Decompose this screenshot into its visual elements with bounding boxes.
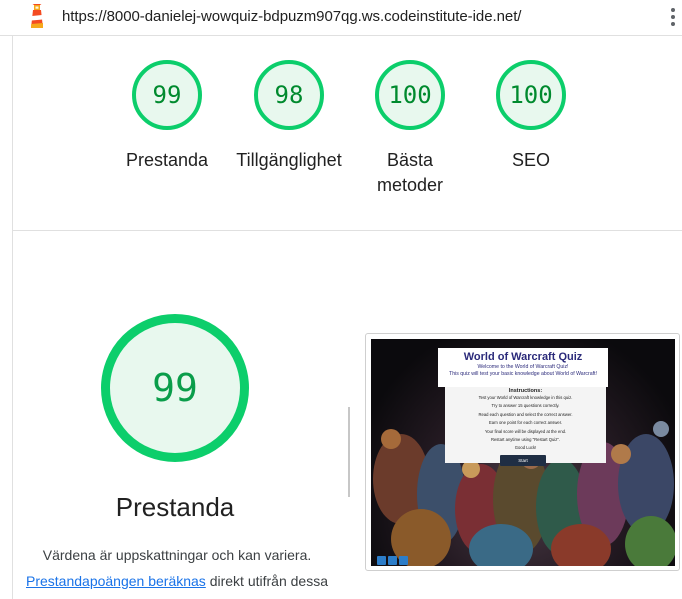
gauge-best-practices[interactable]: 100 Bästa metoder: [350, 60, 470, 198]
gauge-label: SEO: [511, 150, 550, 170]
gauge-label: Prestanda: [125, 150, 209, 170]
scrollbar-thumb[interactable]: [348, 407, 350, 497]
quiz-title: World of Warcraft Quiz: [463, 351, 583, 363]
gauge-score: 100: [388, 81, 432, 109]
gauge-ring: 98: [254, 60, 324, 130]
quiz-header-card: World of Warcraft Quiz Welcome to the Wo…: [438, 348, 608, 387]
gauge-ring: 100: [496, 60, 566, 130]
instruction-line: Earn one point for each correct answer.: [488, 420, 563, 426]
gauge-label: Bästa metoder: [376, 150, 444, 195]
performance-score: 99: [152, 366, 198, 410]
report-top-bar: https://8000-danielej-wowquiz-bdpuzm907q…: [0, 0, 682, 36]
instruction-line: Good Luck!: [514, 445, 537, 451]
quiz-subtitle: This quiz will test your basic knowledge…: [449, 371, 597, 377]
social-icon: [399, 556, 408, 565]
section-divider: [12, 230, 682, 231]
social-icon: [388, 556, 397, 565]
quiz-start-button: Start: [500, 455, 546, 466]
scores-summary: 99 Prestanda 98 Tillgänglighet 100 Bästa…: [0, 36, 682, 231]
quiz-instructions: Instructions: Test your World of Warcraf…: [445, 387, 606, 463]
gauge-ring: 100: [375, 60, 445, 130]
performance-title: Prestanda: [115, 492, 235, 522]
description-text: direkt utifrån dessa: [205, 573, 328, 589]
lighthouse-icon: [31, 4, 43, 28]
gauge-performance[interactable]: 99 Prestanda: [107, 60, 227, 173]
page-url[interactable]: https://8000-danielej-wowquiz-bdpuzm907q…: [62, 8, 521, 25]
gauge-score: 100: [509, 81, 553, 109]
gauge-label: Tillgänglighet: [236, 150, 342, 170]
instruction-line: Your final score will be displayed at th…: [484, 428, 567, 434]
social-icon: [377, 556, 386, 565]
more-vert-icon[interactable]: [671, 8, 677, 30]
score-calculation-link[interactable]: Prestandapoängen beräknas: [26, 573, 206, 589]
quiz-subtitle: Welcome to the World of Warcraft Quiz!: [477, 364, 569, 370]
performance-gauge: 99: [101, 314, 249, 462]
instruction-line: Test your World of Warcraft knowledge in…: [478, 395, 573, 400]
gauge-seo[interactable]: 100 SEO: [471, 60, 591, 173]
final-screenshot[interactable]: World of Warcraft Quiz Welcome to the Wo…: [365, 333, 680, 571]
instruction-line: Read each question and select the correc…: [478, 411, 573, 417]
gauge-score: 99: [152, 81, 182, 109]
description-line: Värdena är uppskattningar och kan varier…: [42, 547, 312, 563]
instruction-line: Try to answer 15 questions correctly.: [491, 403, 560, 409]
performance-description: Värdena är uppskattningar och kan varier…: [14, 542, 340, 594]
instruction-line: Restart anytime using "Restart Quiz".: [490, 437, 561, 443]
gauge-ring: 99: [132, 60, 202, 130]
page-screenshot: World of Warcraft Quiz Welcome to the Wo…: [371, 339, 675, 566]
social-icons: [377, 552, 411, 565]
description-line: Prestandapoängen beräknas direkt utifrån…: [14, 568, 340, 594]
gauge-score: 98: [274, 81, 304, 109]
gauge-accessibility[interactable]: 98 Tillgänglighet: [229, 60, 349, 173]
